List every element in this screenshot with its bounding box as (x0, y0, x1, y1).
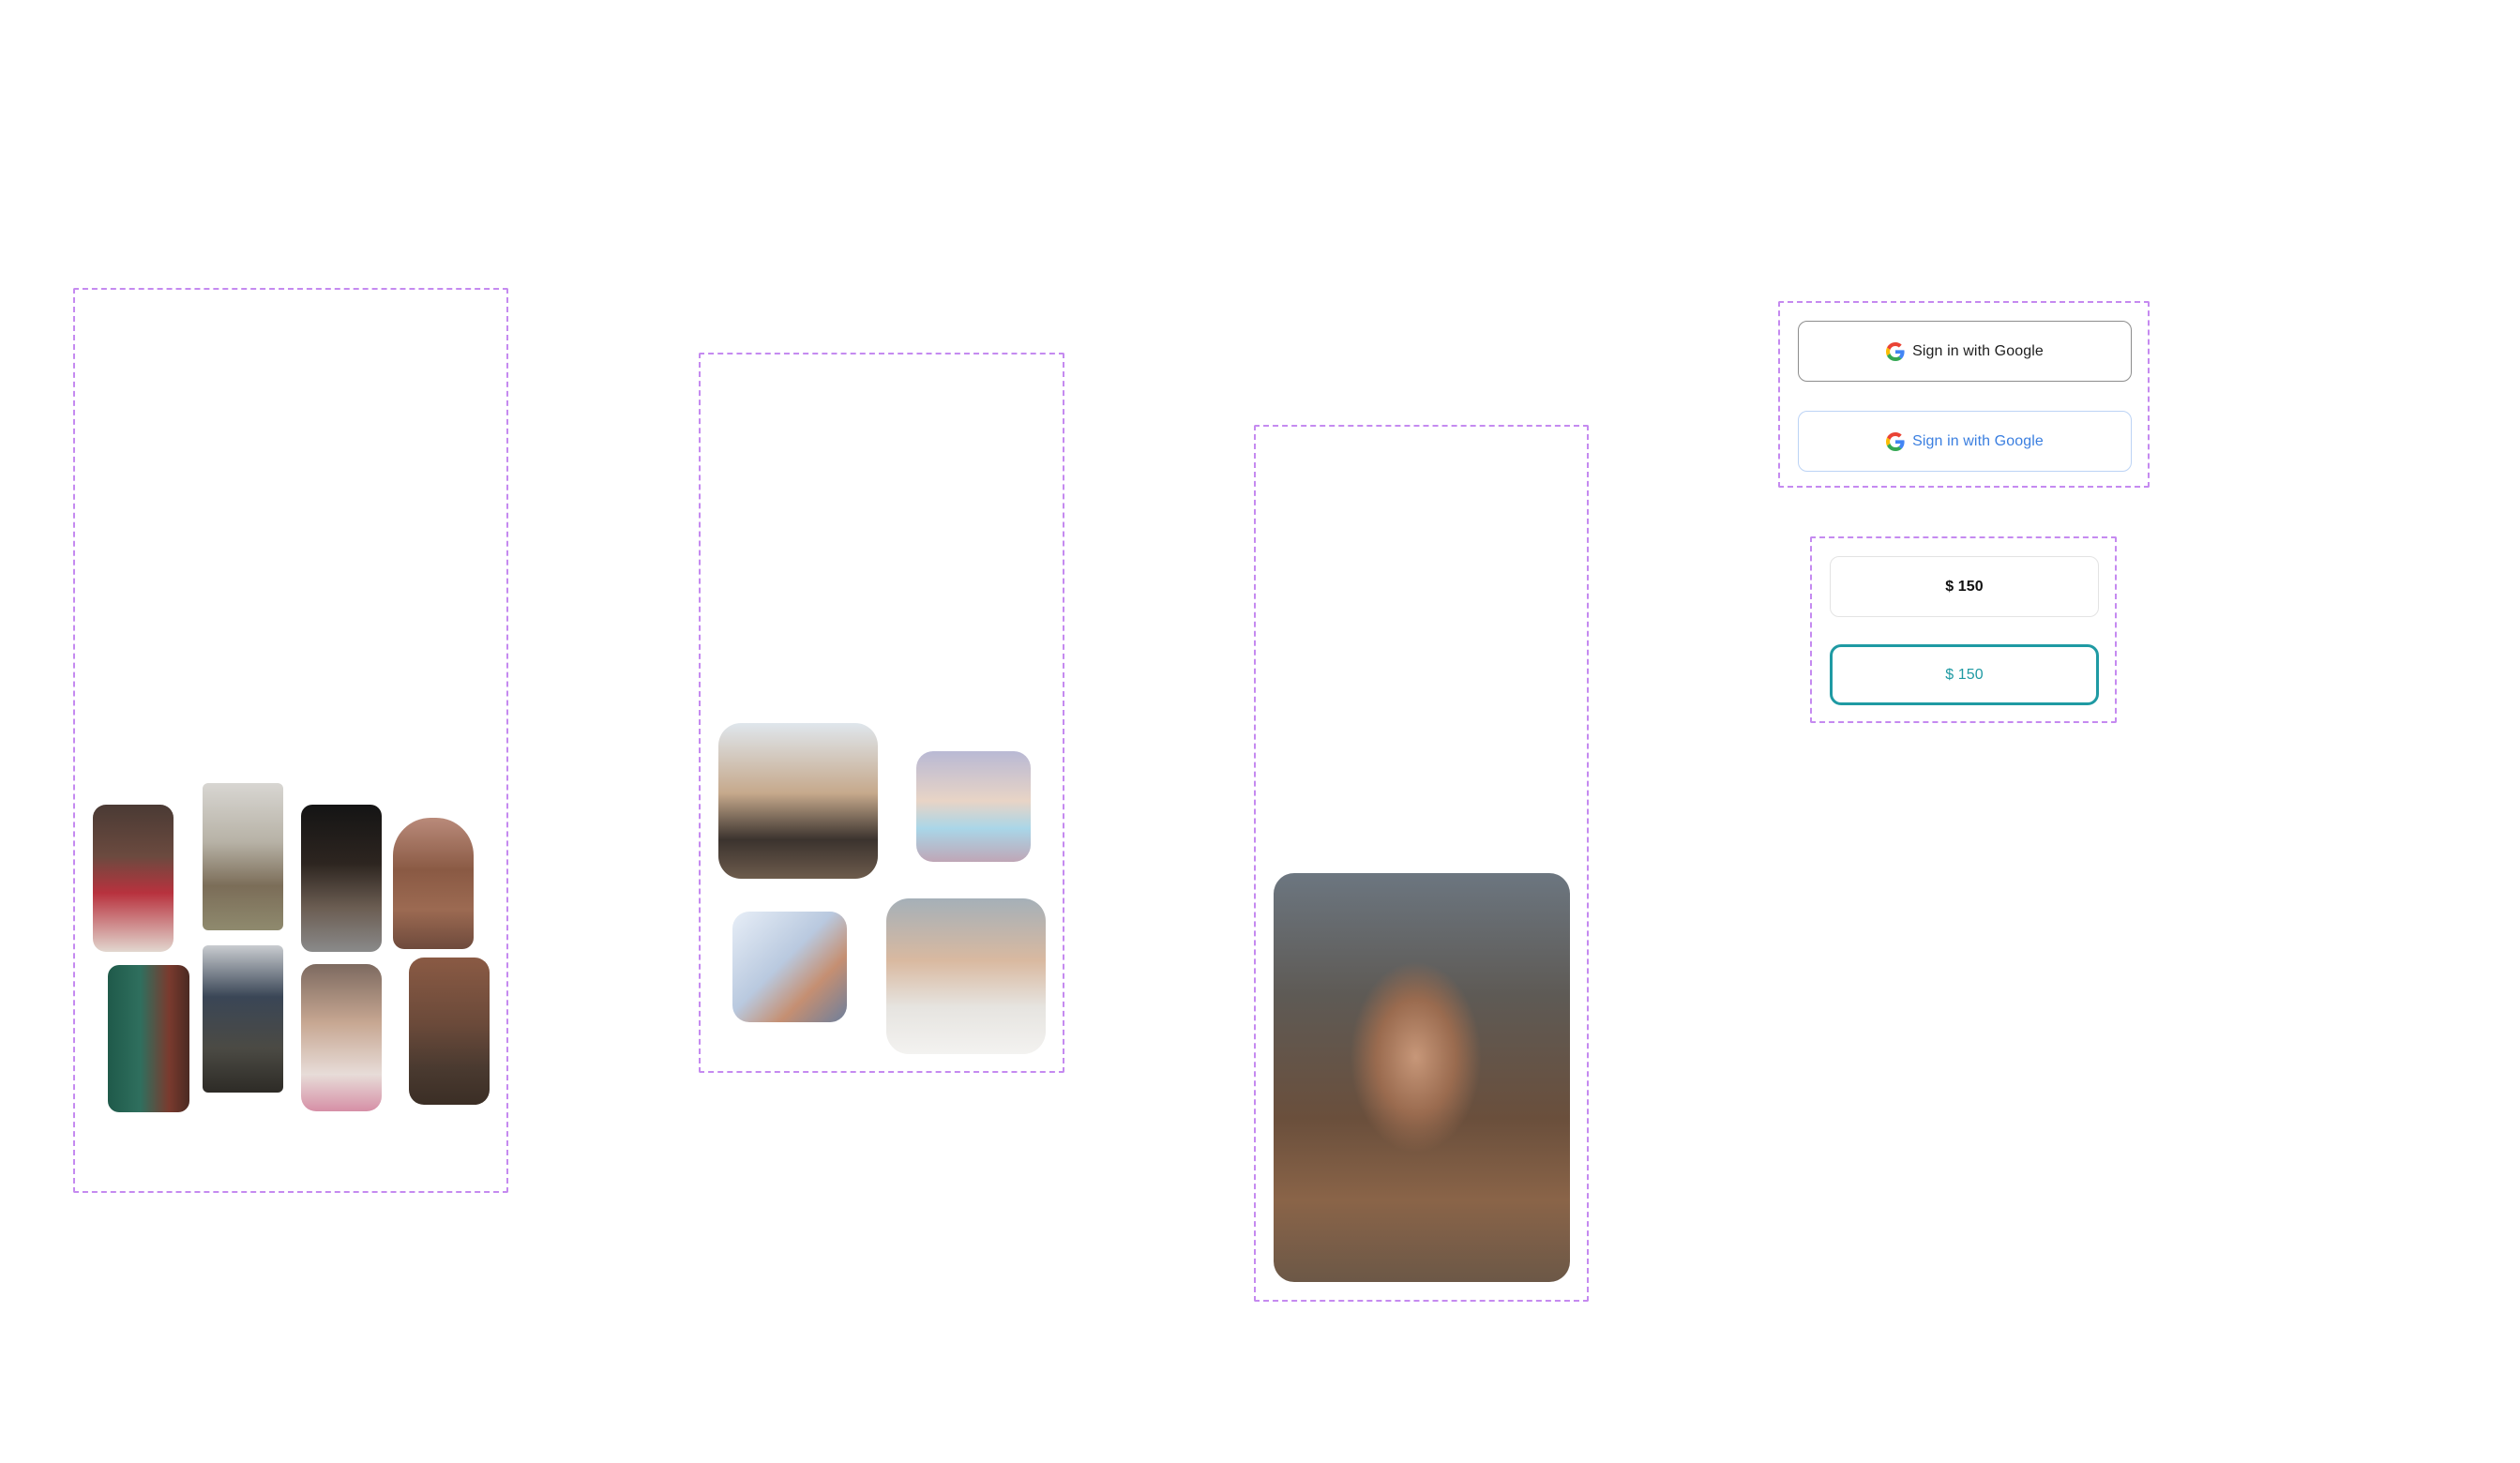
photo-girl-with-flowers (93, 805, 174, 952)
photo-child-with-mask (916, 751, 1031, 862)
sign-in-with-google-label: Sign in with Google (1912, 342, 2044, 359)
amount-150-button-selected[interactable]: $ 150 (1830, 644, 2099, 705)
amount-150-label: $ 150 (1945, 578, 1984, 595)
photo-two-boys-near-monument (718, 723, 878, 879)
sign-in-with-google-button-secondary[interactable]: Sign in with Google (1798, 411, 2132, 472)
photo-girl-in-crowd (301, 964, 382, 1111)
collage-frame-2 (699, 353, 1064, 1073)
collage-frame-1 (73, 288, 508, 1193)
google-g-icon (1886, 341, 1905, 361)
photo-girl-running-with-children (1274, 873, 1570, 1282)
google-g-icon (1886, 431, 1905, 451)
photo-child-in-hospital-bed (886, 898, 1046, 1054)
photo-child-crouching (301, 805, 382, 952)
photo-hands-holding (732, 912, 847, 1022)
photo-boy-sitting-outdoors (203, 783, 283, 930)
sign-in-with-google-button[interactable]: Sign in with Google (1798, 321, 2132, 382)
photo-child-sitting-on-ground (409, 958, 490, 1105)
photo-smiling-boy (393, 818, 474, 949)
amount-150-button[interactable]: $ 150 (1830, 556, 2099, 617)
photo-child-at-market (203, 945, 283, 1093)
google-buttons-frame: Sign in with Google Sign in with Google (1778, 301, 2150, 488)
hero-frame (1254, 425, 1589, 1302)
amount-buttons-frame: $ 150 $ 150 (1810, 536, 2117, 723)
photo-girl-in-doorway (108, 965, 189, 1112)
amount-150-label-selected: $ 150 (1945, 666, 1984, 683)
sign-in-with-google-label-secondary: Sign in with Google (1912, 432, 2044, 449)
